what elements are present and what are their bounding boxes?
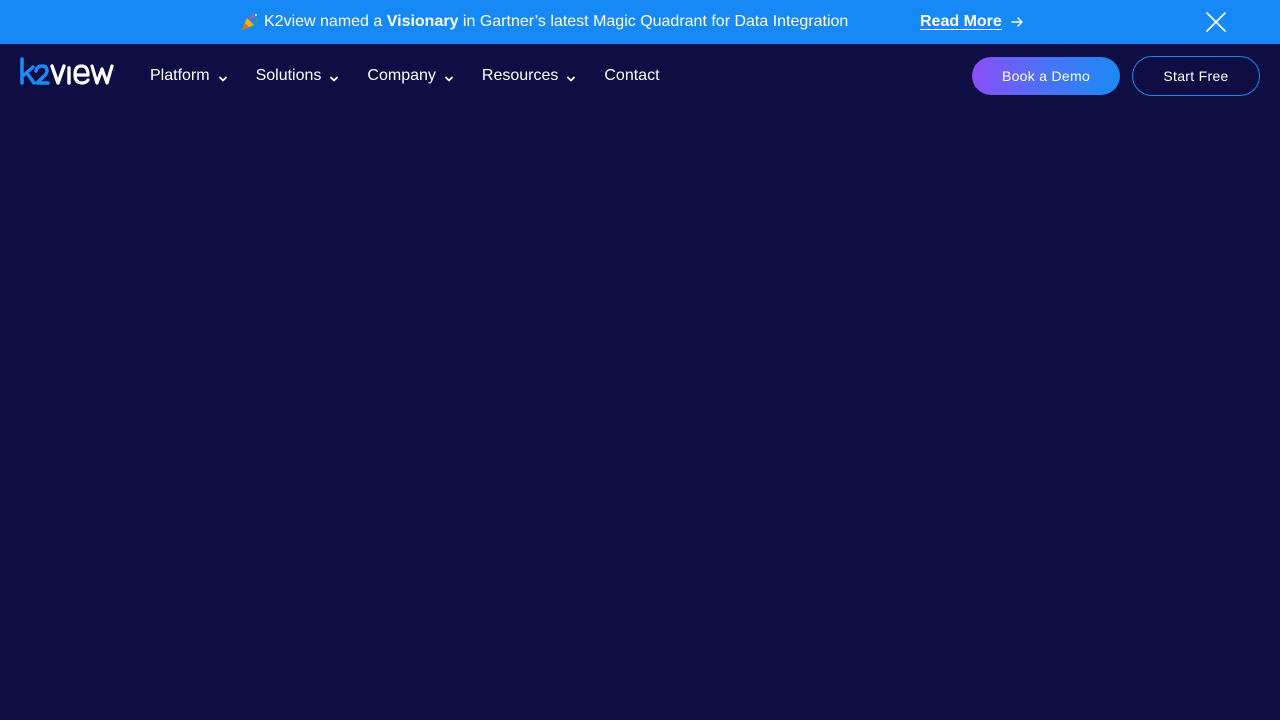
read-more-link[interactable]: Read More [920,0,1024,44]
nav-item-label: Company [367,67,436,84]
close-icon [1206,12,1226,32]
nav-item-label: Platform [150,67,210,84]
main-nav: Platform Solutions Company Resources Con… [150,44,688,108]
party-popper-icon [240,12,260,32]
nav-item-platform[interactable]: Platform [150,67,228,85]
chevron-down-icon [218,71,228,82]
main-content [0,108,1280,720]
nav-item-contact[interactable]: Contact [604,67,659,85]
nav-item-label: Solutions [255,67,322,84]
start-free-button[interactable]: Start Free [1132,56,1260,96]
nav-item-resources[interactable]: Resources [482,67,576,85]
announcement-text-before: K2view named a [264,13,387,30]
close-announcement-button[interactable] [1204,10,1228,34]
read-more-label: Read More [920,13,1002,30]
announcement-message: K2view named a Visionary in Gartner’s la… [240,0,848,44]
book-demo-button[interactable]: Book a Demo [972,57,1120,95]
chevron-down-icon [444,71,454,82]
nav-item-label: Contact [604,67,660,84]
nav-item-company[interactable]: Company [367,67,453,85]
announcement-bar: K2view named a Visionary in Gartner’s la… [0,0,1280,44]
chevron-down-icon [566,71,576,82]
k2view-logo[interactable] [20,57,122,87]
site-header: Platform Solutions Company Resources Con… [0,44,1280,108]
chevron-down-icon [329,71,339,82]
arrow-right-icon [1010,15,1024,29]
nav-item-label: Resources [481,67,559,84]
nav-item-solutions[interactable]: Solutions [256,67,340,85]
announcement-text-after: in Gartner’s latest Magic Quadrant for D… [458,13,849,30]
announcement-text-bold: Visionary [386,13,459,30]
